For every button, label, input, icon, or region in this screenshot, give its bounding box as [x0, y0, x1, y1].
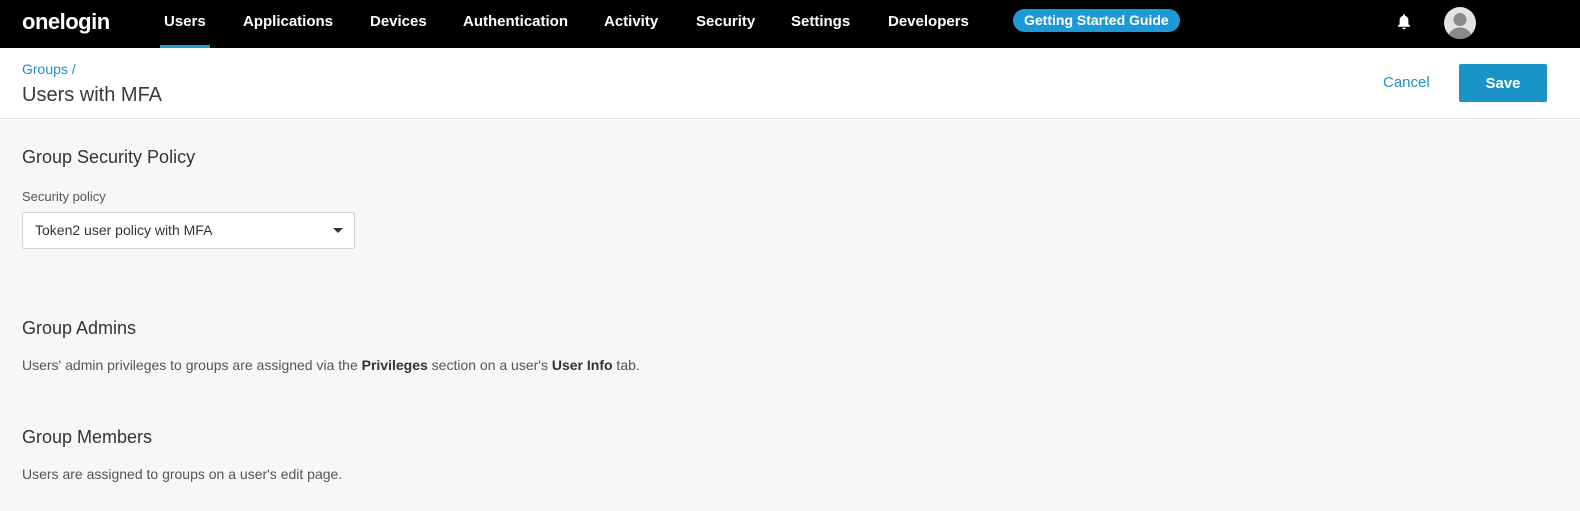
admins-desc-privileges: Privileges [361, 357, 428, 373]
nav-item-authentication[interactable]: Authentication [463, 0, 568, 48]
group-members-heading: Group Members [22, 427, 153, 447]
avatar-icon [1448, 13, 1472, 39]
admins-desc-text-3: tab. [612, 357, 640, 373]
user-avatar[interactable] [1444, 7, 1476, 39]
security-policy-selected-value: Token2 user policy with MFA [35, 222, 213, 238]
group-admins-description: Users' admin privileges to groups are as… [22, 357, 640, 373]
caret-down-icon [333, 228, 343, 233]
top-navigation-bar: onelogin Users Applications Devices Auth… [0, 0, 1580, 48]
nav-item-security[interactable]: Security [696, 0, 755, 48]
page-title: Users with MFA [22, 84, 163, 106]
breadcrumb-groups[interactable]: Groups / [22, 61, 76, 77]
bell-icon[interactable] [1396, 13, 1412, 31]
nav-item-settings[interactable]: Settings [791, 0, 850, 48]
group-security-policy-heading: Group Security Policy [22, 147, 196, 167]
admins-desc-user-info: User Info [551, 357, 613, 373]
admins-desc-text-1: Users' admin privileges to groups are as… [22, 357, 362, 373]
security-policy-select[interactable]: Token2 user policy with MFA [22, 212, 355, 249]
nav-item-developers[interactable]: Developers [888, 0, 969, 48]
group-admins-heading: Group Admins [22, 318, 137, 338]
save-button[interactable]: Save [1459, 64, 1547, 102]
nav-item-devices[interactable]: Devices [370, 0, 427, 48]
nav-item-activity[interactable]: Activity [604, 0, 658, 48]
cancel-button[interactable]: Cancel [1383, 74, 1430, 91]
getting-started-guide-button[interactable]: Getting Started Guide [1013, 9, 1180, 32]
onelogin-logo[interactable]: onelogin [22, 9, 110, 35]
group-members-description: Users are assigned to groups on a user's… [22, 466, 343, 482]
nav-item-applications[interactable]: Applications [243, 0, 333, 48]
security-policy-label: Security policy [22, 189, 106, 204]
page-header: Groups / Users with MFA Cancel Save [0, 48, 1580, 119]
admins-desc-text-2: section on a user's [427, 357, 552, 373]
nav-item-users[interactable]: Users [160, 0, 210, 48]
